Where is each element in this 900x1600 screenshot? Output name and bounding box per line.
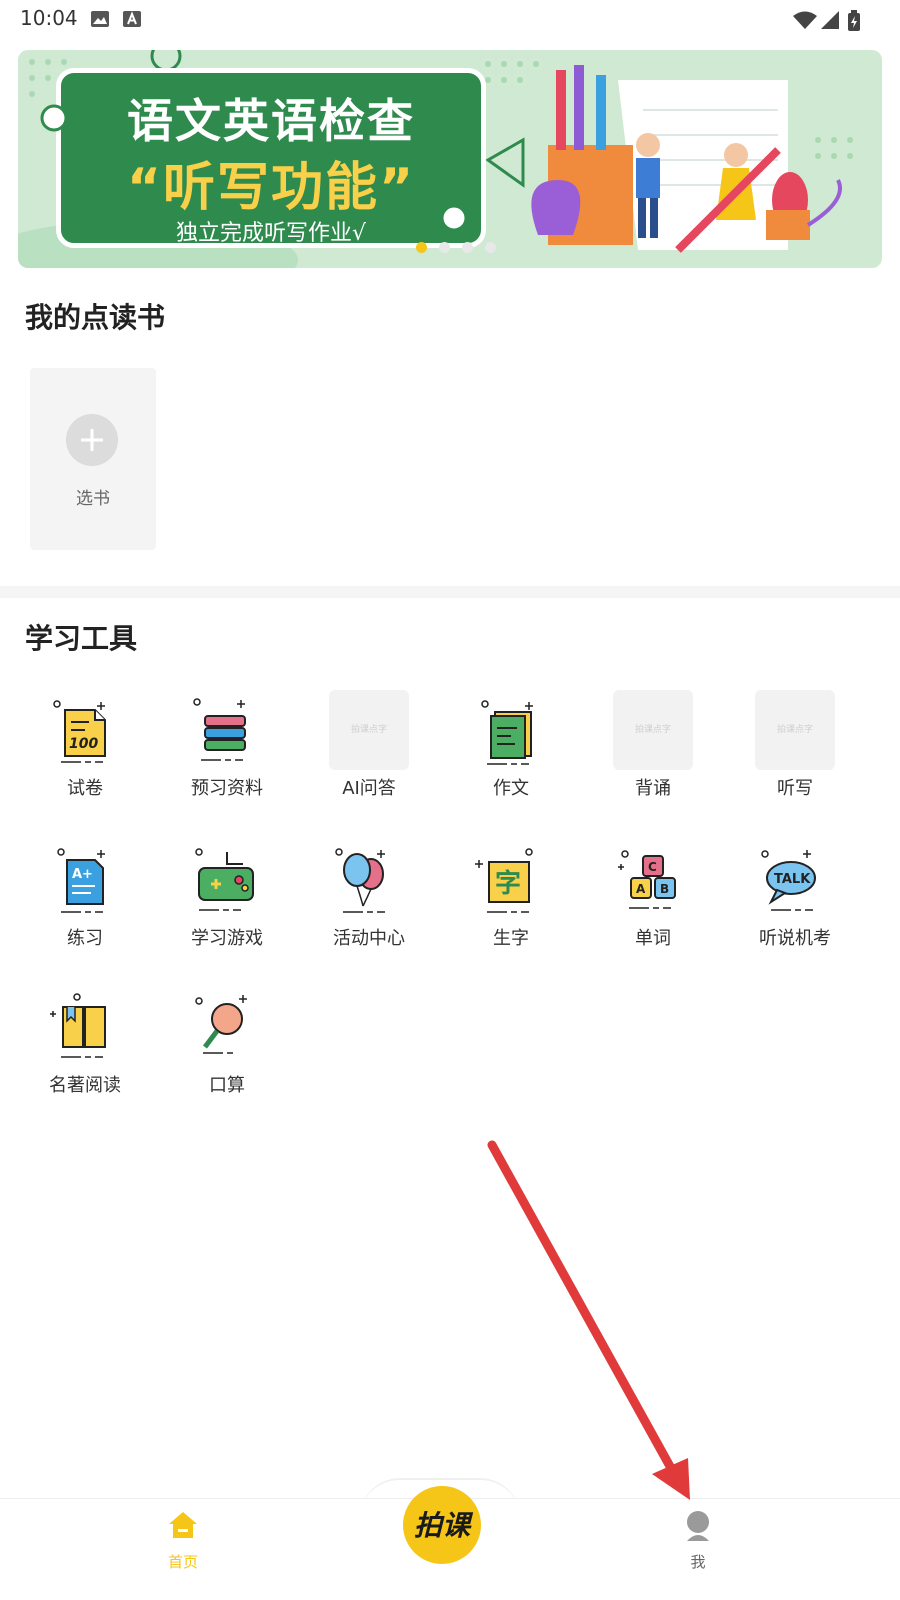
tool-mental-math[interactable]: 口算 bbox=[157, 987, 297, 1117]
magnifier-icon bbox=[195, 995, 247, 1054]
banner-pager bbox=[416, 238, 508, 257]
wifi-icon bbox=[793, 11, 817, 29]
placeholder-watermark: 拍课点字 bbox=[350, 725, 387, 735]
svg-text:字: 字 bbox=[495, 868, 521, 899]
pager-dot-4[interactable] bbox=[485, 242, 496, 253]
svg-text:A+: A+ bbox=[72, 867, 93, 882]
svg-text:C: C bbox=[648, 860, 657, 874]
banner-subheadline: “听写功能” bbox=[126, 158, 416, 218]
board-pin-icon bbox=[440, 204, 468, 232]
banner-board: 语文英语检查 “听写功能” 独立完成听写作业√ bbox=[56, 68, 486, 248]
status-bar: 10:04 bbox=[0, 0, 900, 40]
letter-blocks-icon: C A B bbox=[618, 850, 676, 909]
add-book-button[interactable]: 选书 bbox=[30, 368, 156, 550]
tool-new-characters[interactable]: 字 生字 bbox=[441, 840, 581, 970]
tool-label: 听写 bbox=[777, 778, 813, 799]
tool-label: 预习资料 bbox=[191, 778, 263, 799]
banner-headline: 语文英语检查 bbox=[127, 94, 415, 148]
books-stack-icon bbox=[193, 698, 246, 761]
pager-dot-2[interactable] bbox=[439, 242, 450, 253]
pager-dot-1[interactable] bbox=[416, 242, 427, 253]
recite-placeholder-icon: 拍课点字 bbox=[613, 690, 693, 770]
nav-me-label: 我 bbox=[690, 1553, 706, 1571]
tool-label: 练习 bbox=[67, 928, 103, 949]
add-book-label: 选书 bbox=[76, 489, 110, 509]
section-divider bbox=[0, 586, 900, 598]
exam-paper-icon: 100 bbox=[53, 700, 106, 763]
nav-scan-button[interactable]: 拍课 bbox=[403, 1486, 481, 1564]
tool-label: 名著阅读 bbox=[49, 1075, 121, 1096]
placeholder-watermark: 拍课点字 bbox=[634, 725, 671, 735]
tool-ai-qa[interactable]: 拍课点字 AI问答 bbox=[299, 690, 439, 820]
svg-text:100: 100 bbox=[69, 736, 98, 752]
tool-oral-exam[interactable]: TALK 听说机考 bbox=[725, 840, 865, 970]
practice-sheet-icon: A+ bbox=[57, 848, 105, 913]
open-book-icon bbox=[50, 993, 106, 1058]
promo-banner[interactable]: 语文英语检查 “听写功能” 独立完成听写作业√ bbox=[18, 50, 882, 268]
character-card-icon: 字 bbox=[475, 848, 533, 913]
plus-icon bbox=[66, 414, 118, 466]
pager-dot-3[interactable] bbox=[462, 242, 473, 253]
svg-text:TALK: TALK bbox=[774, 872, 811, 887]
tool-label: 背诵 bbox=[635, 778, 671, 799]
tool-vocabulary[interactable]: C A B 单词 bbox=[583, 840, 723, 970]
essay-document-icon bbox=[481, 700, 533, 765]
tool-preview-materials[interactable]: 预习资料 bbox=[157, 690, 297, 820]
tool-label: 作文 bbox=[493, 778, 529, 799]
svg-text:B: B bbox=[660, 882, 669, 896]
board-pin-icon bbox=[40, 104, 68, 132]
battery-icon bbox=[848, 10, 860, 31]
tool-label: 生字 bbox=[493, 928, 529, 949]
signal-icon bbox=[821, 11, 839, 29]
tool-essay[interactable]: 作文 bbox=[441, 690, 581, 820]
tool-activity-center[interactable]: 活动中心 bbox=[299, 840, 439, 970]
my-books-title: 我的点读书 bbox=[25, 301, 166, 334]
tool-label: 学习游戏 bbox=[191, 928, 263, 949]
tool-label: 听说机考 bbox=[759, 928, 831, 949]
dictation-placeholder-icon: 拍课点字 bbox=[755, 690, 835, 770]
image-notification-icon bbox=[91, 11, 109, 27]
nav-me[interactable]: 我 bbox=[638, 1509, 758, 1589]
tool-label: AI问答 bbox=[342, 778, 396, 799]
tool-practice[interactable]: A+ 练习 bbox=[15, 840, 155, 970]
talk-bubble-icon: TALK bbox=[761, 850, 816, 911]
ai-qa-placeholder-icon: 拍课点字 bbox=[329, 690, 409, 770]
tools-title: 学习工具 bbox=[25, 622, 138, 655]
nav-home[interactable]: 首页 bbox=[123, 1509, 243, 1589]
svg-text:A: A bbox=[636, 882, 646, 896]
user-icon bbox=[687, 1511, 709, 1541]
tool-exam[interactable]: 100 试卷 bbox=[15, 690, 155, 820]
home-icon bbox=[169, 1512, 197, 1538]
status-time: 10:04 bbox=[20, 6, 78, 30]
nav-center-logo-text: 拍课 bbox=[413, 1509, 470, 1542]
gamepad-icon bbox=[195, 848, 254, 911]
tool-classics-reading[interactable]: 名著阅读 bbox=[15, 987, 155, 1117]
tool-learning-games[interactable]: 学习游戏 bbox=[157, 840, 297, 970]
nav-home-label: 首页 bbox=[167, 1553, 198, 1571]
tool-label: 活动中心 bbox=[333, 928, 405, 949]
placeholder-watermark: 拍课点字 bbox=[776, 725, 813, 735]
tool-label: 口算 bbox=[209, 1075, 245, 1096]
tool-dictation[interactable]: 拍课点字 听写 bbox=[725, 690, 865, 820]
tool-label: 试卷 bbox=[67, 778, 103, 799]
balloons-icon bbox=[335, 848, 385, 913]
tool-label: 单词 bbox=[635, 928, 671, 949]
font-notification-icon bbox=[123, 11, 141, 27]
tool-recite[interactable]: 拍课点字 背诵 bbox=[583, 690, 723, 820]
